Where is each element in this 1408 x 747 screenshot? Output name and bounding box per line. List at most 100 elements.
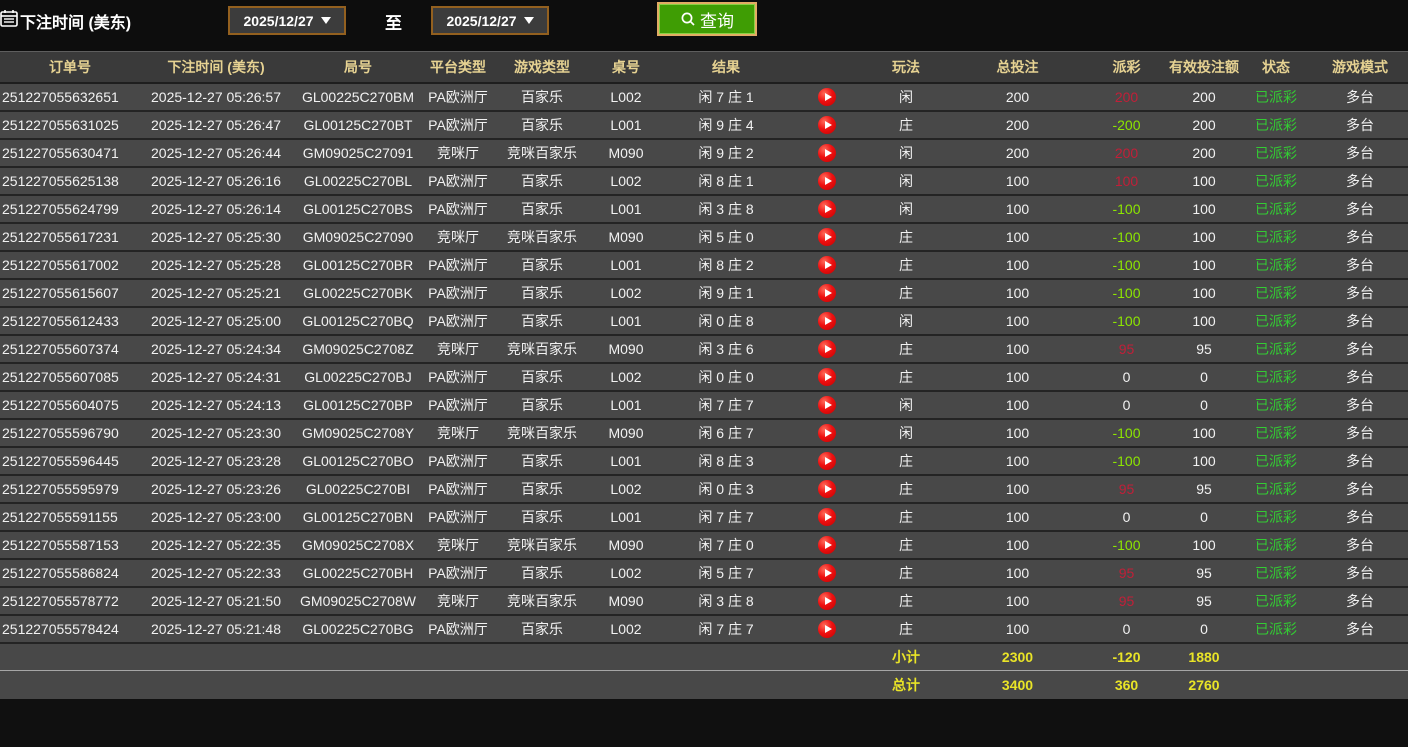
valid-bet-cell: 100 (1168, 194, 1240, 224)
platform-type-cell: PA欧洲厅 (424, 278, 492, 308)
game-mode-cell: 多台 (1312, 278, 1408, 308)
replay-button[interactable] (818, 199, 836, 218)
bet-time-cell: 2025-12-27 05:23:26 (140, 474, 292, 504)
play-type-cell: 闲 (862, 418, 950, 448)
table-no-cell: M090 (592, 334, 660, 364)
platform-type-cell: PA欧洲厅 (424, 82, 492, 112)
bet-time-cell: 2025-12-27 05:25:21 (140, 278, 292, 308)
total-bet-cell: 100 (950, 418, 1085, 448)
chevron-down-icon (523, 17, 534, 24)
query-button-label: 查询 (700, 11, 734, 31)
date-from-select[interactable]: 2025/12/27 (228, 6, 346, 35)
replay-button[interactable] (818, 563, 836, 582)
platform-type-cell: PA欧洲厅 (424, 306, 492, 336)
replay-button[interactable] (818, 479, 836, 498)
header-result: 结果 (660, 51, 792, 84)
game-mode-cell: 多台 (1312, 306, 1408, 336)
play-icon (824, 92, 832, 101)
play-icon (824, 288, 832, 297)
game-mode-cell: 多台 (1312, 446, 1408, 476)
bet-time-cell: 2025-12-27 05:23:00 (140, 502, 292, 532)
result-cell: 闲 7 庄 0 (660, 530, 792, 560)
result-cell: 闲 6 庄 7 (660, 418, 792, 448)
game-type-cell: 竞咪百家乐 (492, 138, 592, 168)
round-id-cell: GL00125C270BQ (292, 306, 424, 336)
replay-button[interactable] (818, 171, 836, 190)
table-row: 251227055630471 2025-12-27 05:26:44 GM09… (0, 138, 1408, 168)
replay-button[interactable] (818, 283, 836, 302)
game-mode-cell: 多台 (1312, 194, 1408, 224)
query-button[interactable]: 查询 (657, 2, 757, 36)
status-cell: 已派彩 (1240, 278, 1312, 308)
payout-cell: 95 (1085, 558, 1168, 588)
result-cell: 闲 7 庄 7 (660, 502, 792, 532)
bet-records-table: 订单号 下注时间 (美东) 局号 平台类型 游戏类型 桌号 结果 玩法 总投注 … (0, 51, 1408, 699)
replay-button[interactable] (818, 227, 836, 246)
replay-button[interactable] (818, 591, 836, 610)
valid-bet-cell: 0 (1168, 614, 1240, 644)
total-bet-cell: 100 (950, 446, 1085, 476)
round-id-cell: GL00125C270BT (292, 110, 424, 140)
game-mode-cell: 多台 (1312, 362, 1408, 392)
result-cell: 闲 9 庄 4 (660, 110, 792, 140)
play-type-cell: 闲 (862, 166, 950, 196)
status-cell: 已派彩 (1240, 334, 1312, 364)
chevron-down-icon (320, 17, 331, 24)
play-icon (824, 176, 832, 185)
round-id-cell: GM09025C2708W (292, 586, 424, 616)
game-mode-cell: 多台 (1312, 334, 1408, 364)
game-mode-cell: 多台 (1312, 110, 1408, 140)
order-id-cell: 251227055632651 (0, 82, 140, 112)
order-id-cell: 251227055607374 (0, 334, 140, 364)
replay-button[interactable] (818, 367, 836, 386)
replay-cell (792, 558, 862, 588)
replay-button[interactable] (818, 143, 836, 162)
platform-type-cell: PA欧洲厅 (424, 166, 492, 196)
replay-button[interactable] (818, 115, 836, 134)
status-cell: 已派彩 (1240, 586, 1312, 616)
play-icon (824, 232, 832, 241)
total-bet-cell: 100 (950, 306, 1085, 336)
round-id-cell: GL00125C270BS (292, 194, 424, 224)
total-row: 总计 3400 360 2760 (0, 670, 1408, 699)
replay-button[interactable] (818, 311, 836, 330)
total-bet-cell: 100 (950, 390, 1085, 420)
replay-button[interactable] (818, 423, 836, 442)
game-type-cell: 百家乐 (492, 194, 592, 224)
order-id-cell: 251227055617002 (0, 250, 140, 280)
header-order-id: 订单号 (0, 51, 140, 84)
replay-button[interactable] (818, 255, 836, 274)
round-id-cell: GL00225C270BH (292, 558, 424, 588)
replay-button[interactable] (818, 619, 836, 638)
replay-button[interactable] (818, 339, 836, 358)
game-mode-cell: 多台 (1312, 586, 1408, 616)
payout-cell: 0 (1085, 362, 1168, 392)
replay-button[interactable] (818, 395, 836, 414)
valid-bet-cell: 0 (1168, 362, 1240, 392)
filter-toolbar: 下注时间 (美东) 2025/12/27 至 2025/12/27 查询 (0, 0, 1408, 51)
replay-cell (792, 418, 862, 448)
order-id-cell: 251227055578772 (0, 586, 140, 616)
bet-time-cell: 2025-12-27 05:26:57 (140, 82, 292, 112)
replay-button[interactable] (818, 507, 836, 526)
order-id-cell: 251227055578424 (0, 614, 140, 644)
replay-button[interactable] (818, 535, 836, 554)
table-row: 251227055595979 2025-12-27 05:23:26 GL00… (0, 474, 1408, 504)
total-payout: 360 (1085, 670, 1168, 699)
replay-cell (792, 502, 862, 532)
game-mode-cell: 多台 (1312, 250, 1408, 280)
table-row: 251227055586824 2025-12-27 05:22:33 GL00… (0, 558, 1408, 588)
total-bet-cell: 100 (950, 558, 1085, 588)
result-cell: 闲 0 庄 3 (660, 474, 792, 504)
platform-type-cell: PA欧洲厅 (424, 446, 492, 476)
header-bet-time: 下注时间 (美东) (140, 51, 292, 84)
replay-button[interactable] (818, 87, 836, 106)
replay-button[interactable] (818, 451, 836, 470)
subtotal-payout: -120 (1085, 642, 1168, 671)
replay-cell (792, 194, 862, 224)
date-to-select[interactable]: 2025/12/27 (431, 6, 549, 35)
replay-cell (792, 362, 862, 392)
replay-cell (792, 390, 862, 420)
platform-type-cell: PA欧洲厅 (424, 362, 492, 392)
platform-type-cell: 竞咪厅 (424, 530, 492, 560)
